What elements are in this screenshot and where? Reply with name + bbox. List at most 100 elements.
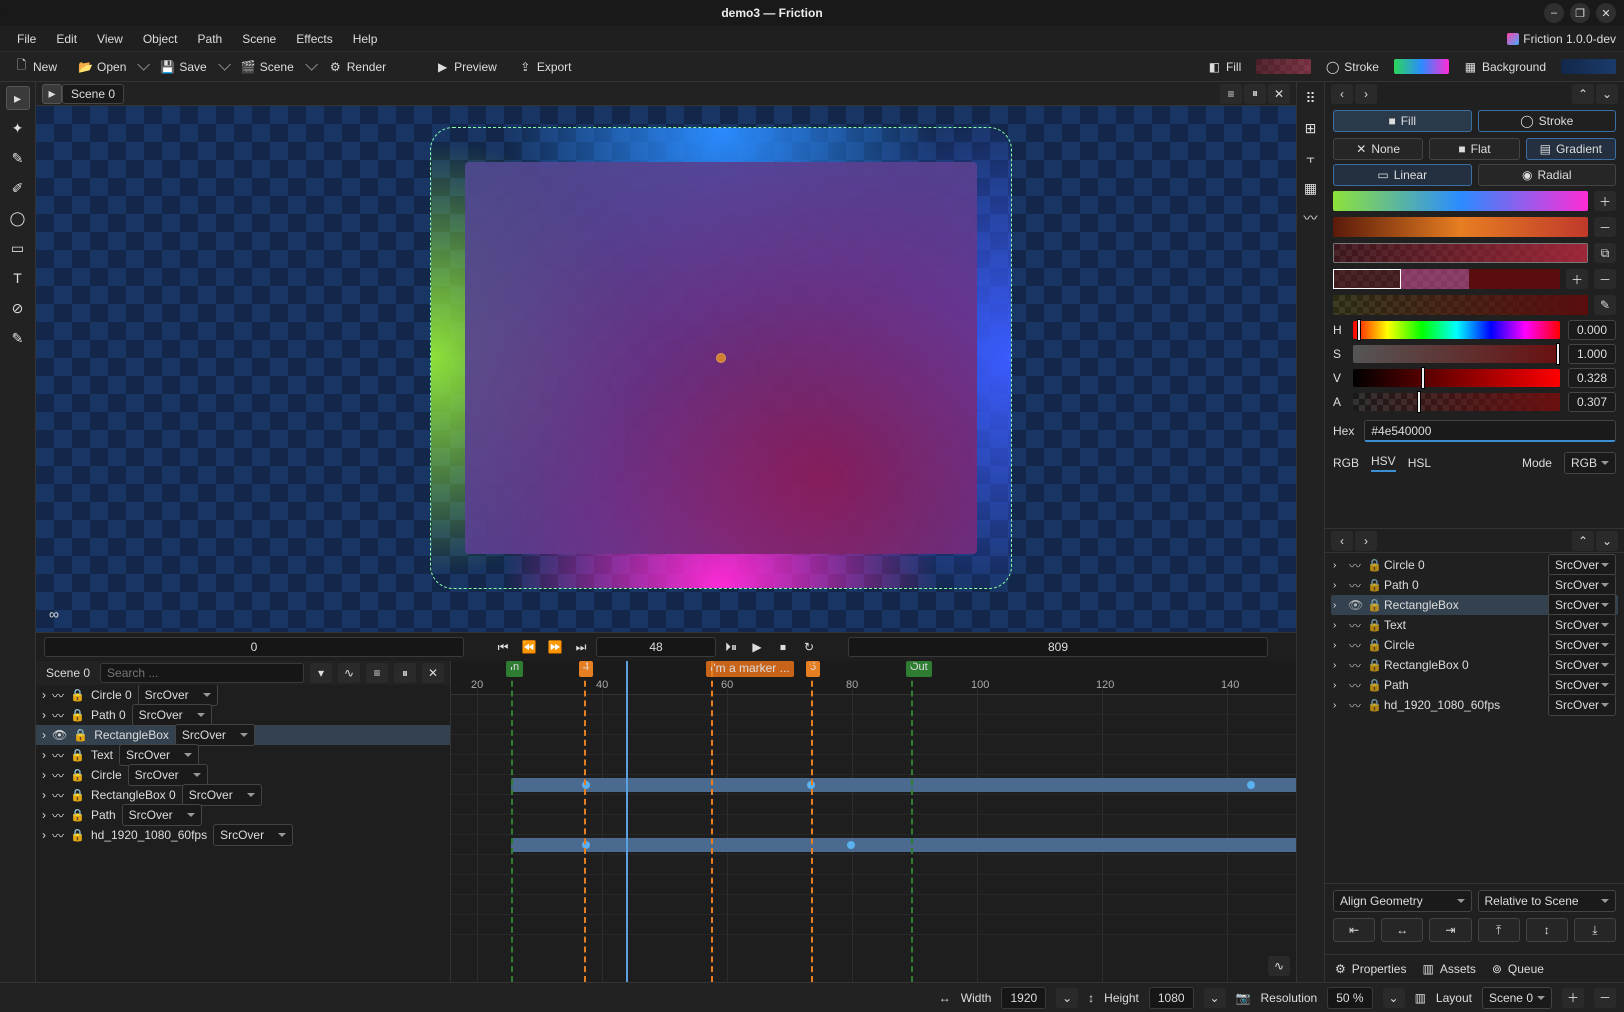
lock-icon[interactable]: 🔒 — [1367, 658, 1379, 672]
visibility-icon[interactable]: 〰 — [1348, 577, 1362, 594]
blend-mode-select[interactable]: SrcOver — [138, 685, 218, 706]
fill-tab[interactable]: ■Fill — [1333, 110, 1472, 132]
mode-select[interactable]: RGB — [1564, 452, 1616, 474]
chevron-icon[interactable]: › — [1333, 560, 1343, 571]
play-reverse-button[interactable]: ⏵⏸ — [720, 636, 742, 658]
track[interactable] — [451, 735, 1296, 755]
chevron-icon[interactable]: › — [42, 828, 46, 842]
layer-row[interactable]: › 〰 🔒 hd_1920_1080_60fps SrcOver — [1331, 695, 1618, 715]
obj-expand-icon[interactable]: ⌃ — [1572, 531, 1594, 551]
menu-path[interactable]: Path — [189, 29, 232, 49]
save-dropdown[interactable] — [218, 58, 231, 71]
marker-4[interactable]: 4 — [579, 661, 593, 677]
next-key-button[interactable]: ⏩ — [544, 636, 566, 658]
stroke-swatch[interactable] — [1394, 59, 1449, 74]
resolution-dd[interactable]: ⌄ — [1383, 988, 1405, 1008]
lock-icon[interactable]: 🔒 — [70, 748, 85, 762]
chevron-icon[interactable]: › — [1333, 620, 1343, 631]
chevron-icon[interactable]: › — [1333, 680, 1343, 691]
chevron-icon[interactable]: › — [42, 748, 46, 762]
panel-next-icon[interactable]: › — [1355, 84, 1377, 104]
align-left-button[interactable]: ⇤ — [1333, 918, 1375, 942]
gradient-dup-button[interactable]: ⧉ — [1594, 243, 1616, 263]
gradient-preview-1[interactable] — [1333, 191, 1588, 211]
layer-row[interactable]: › 〰 🔒 Circle SrcOver — [36, 765, 450, 785]
layer-row[interactable]: › 〰 🔒 Path 0 SrcOver — [36, 705, 450, 725]
visibility-icon[interactable]: 〰 — [1348, 637, 1362, 654]
clip[interactable] — [511, 778, 1296, 792]
blend-mode-select[interactable]: SrcOver — [119, 744, 199, 766]
visibility-icon[interactable]: 〰 — [1348, 617, 1362, 634]
rectangle-stroke[interactable] — [431, 128, 1011, 588]
gradient-preview-2[interactable] — [1333, 217, 1588, 237]
list-icon[interactable]: ≡ — [366, 663, 388, 683]
track[interactable] — [451, 755, 1296, 775]
track[interactable] — [451, 815, 1296, 835]
lock-icon[interactable]: 🔒 — [70, 708, 85, 722]
sat-value[interactable]: 1.000 — [1568, 344, 1616, 364]
assets-tab[interactable]: ▥Assets — [1422, 962, 1475, 976]
scene-remove-button[interactable]: － — [1594, 988, 1616, 1008]
visibility-icon[interactable]: 〰 — [52, 747, 64, 764]
layer-row[interactable]: › 〰 🔒 Circle 0 SrcOver — [36, 685, 450, 705]
lock-icon[interactable]: 🔒 — [70, 768, 85, 782]
lock-icon[interactable]: 🔒 — [70, 828, 85, 842]
tl-scene-label[interactable]: Scene 0 — [42, 664, 94, 682]
track[interactable] — [451, 915, 1296, 935]
track[interactable] — [451, 895, 1296, 915]
tool-text[interactable]: T — [6, 266, 30, 290]
stop-remove-button[interactable]: － — [1594, 269, 1616, 289]
hsv-tab[interactable]: HSV — [1371, 454, 1396, 472]
save-button[interactable]: 💾Save — [154, 57, 213, 77]
visibility-icon[interactable]: 〰 — [52, 707, 64, 724]
out-marker[interactable]: Out — [906, 661, 932, 677]
align-relative-select[interactable]: Relative to Scene — [1478, 890, 1617, 912]
stop-button[interactable]: ⏹ — [772, 636, 794, 658]
align-bottom-button[interactable]: ⤓ — [1574, 918, 1616, 942]
grid-icon[interactable]: ▦ — [1299, 176, 1323, 200]
track[interactable] — [451, 715, 1296, 735]
menu-scene[interactable]: Scene — [233, 29, 285, 49]
chevron-icon[interactable]: › — [42, 768, 46, 782]
obj-prev-icon[interactable]: ‹ — [1331, 531, 1353, 551]
scene-name[interactable]: Scene 0 — [62, 84, 124, 104]
chevron-icon[interactable]: › — [1333, 600, 1343, 611]
lock-icon[interactable]: 🔒 — [70, 688, 85, 702]
layer-row[interactable]: › 〰 🔒 Path SrcOver — [1331, 675, 1618, 695]
handles-toggle-icon[interactable]: ⠿ — [1299, 86, 1323, 110]
background-indicator[interactable]: ▦Background — [1457, 57, 1553, 77]
align-hcenter-button[interactable]: ↔ — [1381, 918, 1423, 942]
gradient-add-button[interactable]: ＋ — [1594, 191, 1616, 211]
align-vcenter-button[interactable]: ↕ — [1526, 918, 1568, 942]
visibility-icon[interactable]: 〰 — [1348, 657, 1362, 674]
lock-icon[interactable]: 🔒 — [1367, 638, 1379, 652]
sat-slider[interactable] — [1353, 345, 1560, 363]
fill-flat-button[interactable]: ■ Flat — [1429, 138, 1519, 160]
go-start-button[interactable]: ⏮ — [492, 636, 514, 658]
chevron-icon[interactable]: › — [1333, 640, 1343, 651]
layer-search-input[interactable] — [100, 663, 304, 683]
frame-start-field[interactable]: 0 — [44, 637, 464, 657]
lock-icon[interactable]: 🔒 — [1367, 678, 1379, 692]
visibility-icon[interactable]: 〰 — [1348, 697, 1362, 714]
menu-edit[interactable]: Edit — [47, 29, 86, 49]
layer-row[interactable]: › 〰 🔒 Text SrcOver — [36, 745, 450, 765]
stroke-indicator[interactable]: ◯Stroke — [1319, 57, 1386, 77]
scene-select[interactable]: Scene 0 — [1482, 987, 1552, 1009]
timeline-tracks[interactable]: In 4 I'm a marker ... 5 Out 204060801001… — [451, 661, 1296, 982]
render-button[interactable]: ⚙Render — [322, 57, 393, 77]
frame-end-field[interactable]: 809 — [848, 637, 1268, 657]
height-dd[interactable]: ⌄ — [1204, 988, 1226, 1008]
blend-mode-select[interactable]: SrcOver — [1548, 574, 1616, 596]
blend-mode-select[interactable]: SrcOver — [213, 824, 293, 846]
current-frame-field[interactable]: 48 — [596, 637, 716, 657]
track[interactable] — [451, 835, 1296, 855]
stroke-tab[interactable]: ◯Stroke — [1478, 110, 1617, 132]
tool-rectangle[interactable]: ▭ — [6, 236, 30, 260]
layer-row[interactable]: › 〰 🔒 Path SrcOver — [36, 805, 450, 825]
lock-icon[interactable]: 🔒 — [1367, 618, 1379, 632]
visibility-icon[interactable]: 〰 — [52, 787, 64, 804]
tl-close-icon[interactable]: ✕ — [422, 663, 444, 683]
color-preview[interactable] — [1333, 295, 1588, 315]
lock-icon[interactable]: 🔒 — [73, 728, 88, 742]
